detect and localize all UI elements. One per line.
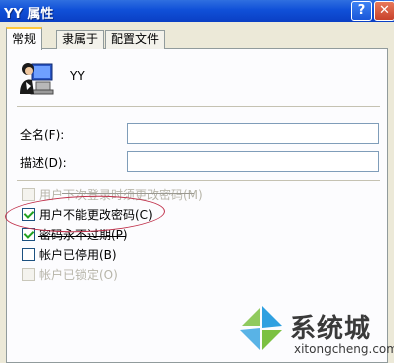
option-account-locked[interactable]: 帐户已锁定(O): [22, 266, 118, 282]
windows-logo-icon: [240, 306, 282, 350]
checkbox[interactable]: [22, 187, 35, 201]
option-label: 帐户已停用(B): [39, 247, 117, 262]
description-input[interactable]: [127, 151, 379, 172]
checkbox[interactable]: [22, 267, 35, 281]
window-title: YY 属性: [4, 7, 54, 22]
description-label: 描述(D):: [20, 156, 67, 170]
title-bar: YY 属性 ? ✕: [0, 0, 394, 22]
checkbox[interactable]: [22, 247, 35, 261]
user-name: YY: [70, 69, 85, 83]
strike-mark: [38, 236, 126, 237]
full-name-input[interactable]: [127, 123, 379, 144]
tab-member-of[interactable]: 隶属于: [56, 30, 105, 49]
option-label: 帐户已锁定(O): [39, 267, 118, 282]
tab-profile[interactable]: 配置文件: [105, 30, 166, 49]
watermark-url: xitongcheng.com: [294, 342, 394, 356]
watermark: 系统城 xitongcheng.com: [238, 302, 394, 363]
strike-mark: [62, 193, 194, 194]
divider: [17, 180, 380, 181]
full-name-label: 全名(F):: [20, 128, 65, 142]
help-button[interactable]: ?: [351, 1, 372, 21]
close-button[interactable]: ✕: [374, 1, 394, 21]
divider: [17, 106, 380, 107]
tab-general[interactable]: 常规: [6, 27, 43, 50]
user-at-computer-icon: [20, 63, 54, 95]
option-account-disabled[interactable]: 帐户已停用(B): [22, 246, 117, 262]
watermark-name: 系统城: [290, 314, 372, 344]
